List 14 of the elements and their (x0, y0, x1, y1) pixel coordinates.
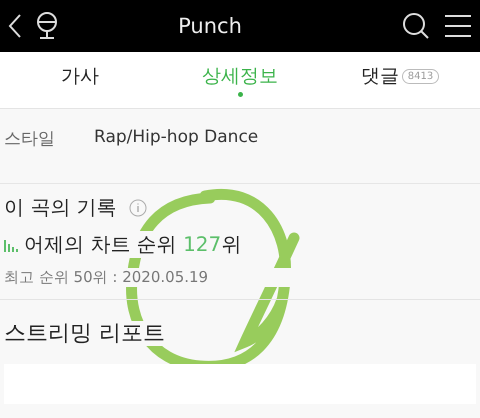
tab[interactable]: 댓글 8413 (320, 52, 480, 108)
section-title: 스트리밍 리포트 (4, 321, 165, 346)
back-icon[interactable] (8, 13, 22, 39)
tab[interactable]: 가사 (0, 52, 160, 108)
song-title: Punch (177, 14, 243, 38)
chart-rank: 어제의 차트 순위 127위 (24, 231, 242, 258)
detail-value: Rap/Hip-hop Dance (94, 127, 258, 147)
search-icon[interactable] (402, 12, 430, 40)
comment-count: 8413 (402, 68, 440, 84)
section-title: 이 곡의 기록 (4, 194, 117, 221)
microphone-icon[interactable] (36, 12, 58, 40)
menu-icon[interactable] (444, 13, 472, 39)
detail-label: 스타일 (4, 128, 56, 150)
bar-chart-icon (4, 238, 18, 252)
